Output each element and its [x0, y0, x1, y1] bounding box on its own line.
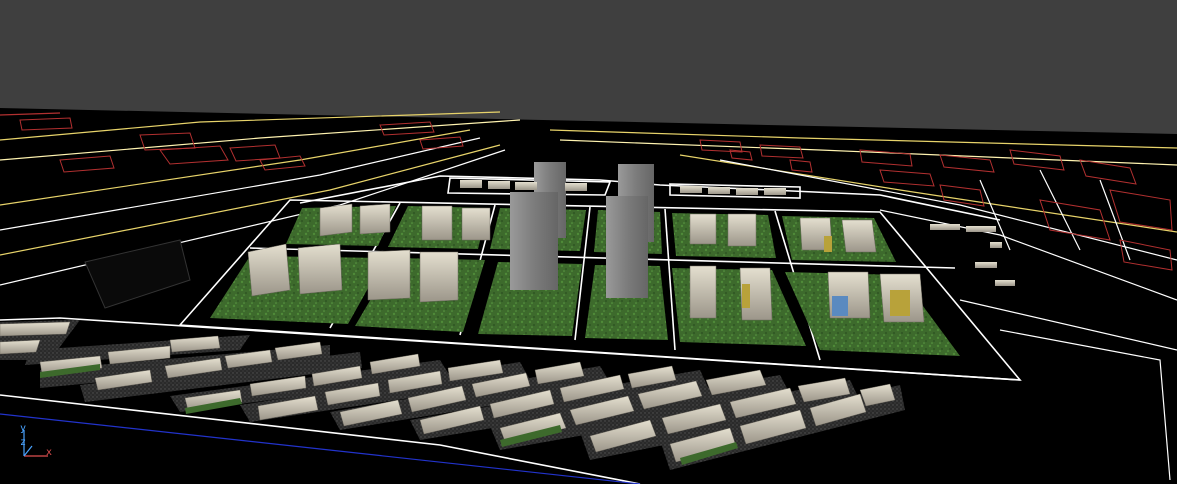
- axis-gizmo: y z x: [14, 424, 58, 464]
- scene-render[interactable]: [0, 0, 1177, 484]
- axis-y-label: y: [20, 423, 27, 434]
- axis-z-label: z: [20, 437, 27, 448]
- axis-x-label: x: [46, 447, 53, 458]
- 3d-viewport[interactable]: y z x: [0, 0, 1177, 484]
